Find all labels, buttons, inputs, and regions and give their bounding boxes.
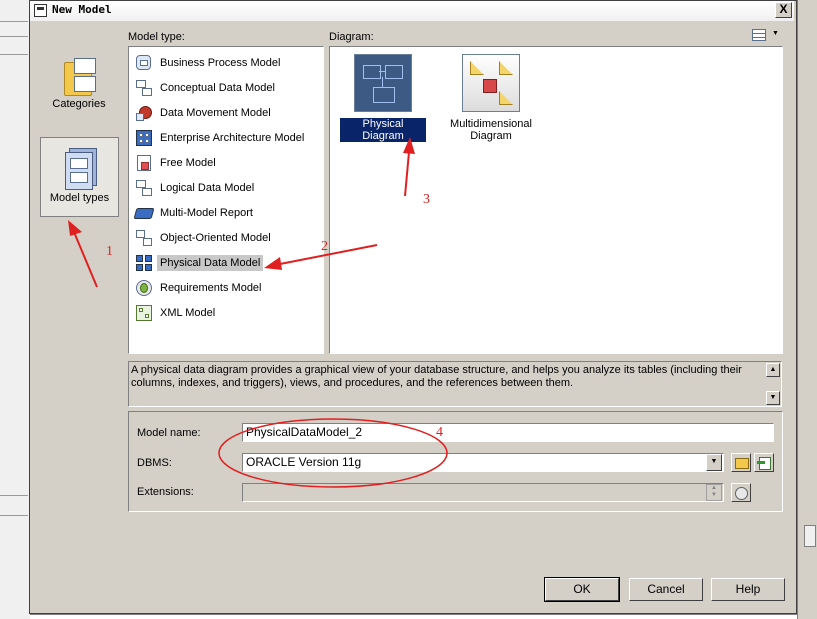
- annotation-number-1: 1: [106, 244, 113, 259]
- annotation-ellipse-4: [218, 418, 448, 488]
- annotation-number-2: 2: [321, 239, 328, 254]
- annotation-number-4: 4: [436, 425, 443, 440]
- annotation-number-3: 3: [423, 192, 430, 207]
- annotation-arrow-1: [68, 220, 98, 288]
- annotation-overlay: [68, 137, 448, 488]
- annotation-arrow-3: [403, 137, 415, 197]
